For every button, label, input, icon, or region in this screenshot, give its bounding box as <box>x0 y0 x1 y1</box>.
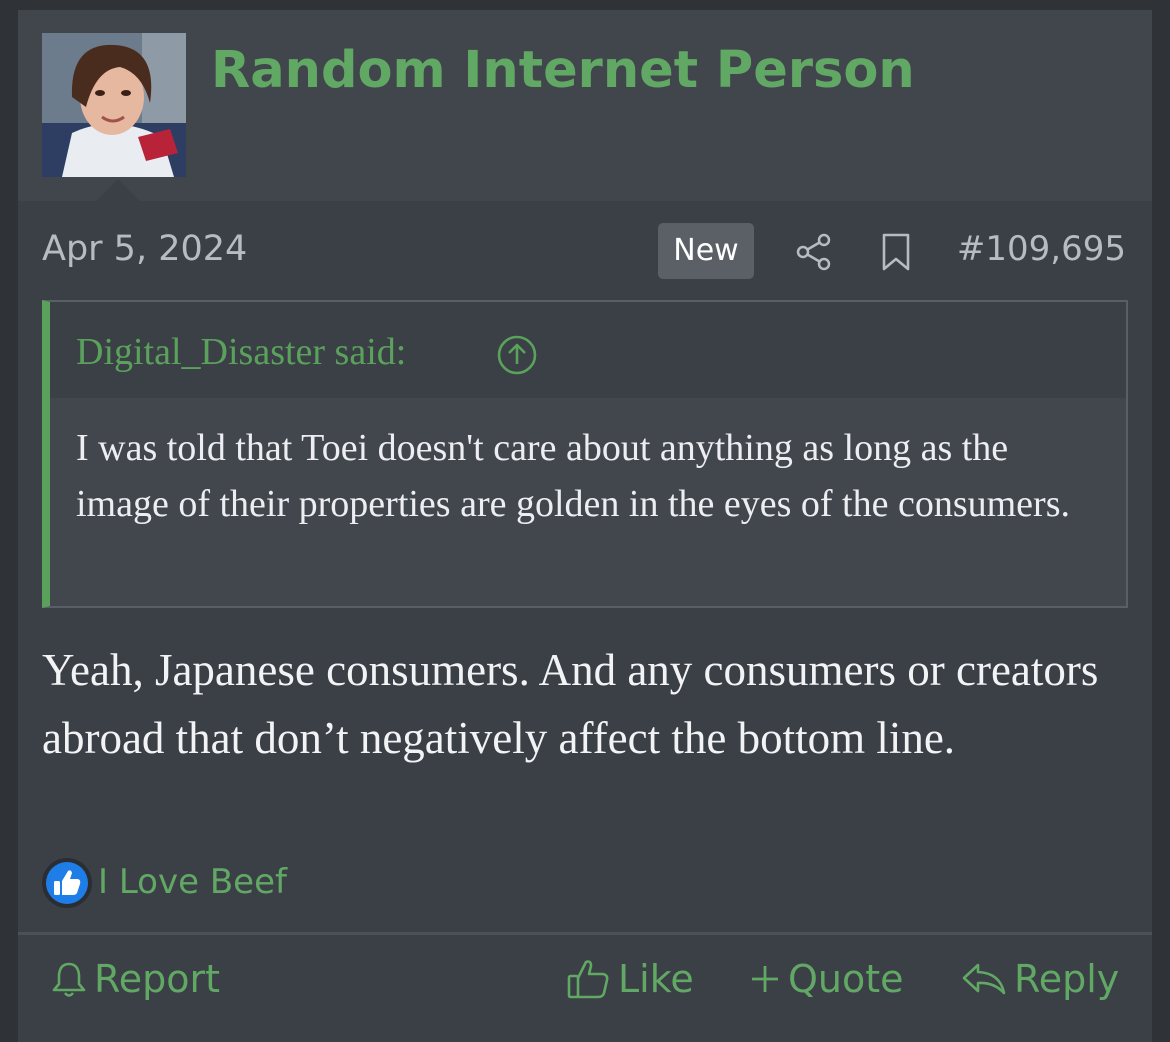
quote-button[interactable]: Quote <box>748 953 904 1005</box>
bell-icon <box>52 962 86 997</box>
like-label: Like <box>618 957 694 1001</box>
quote-label: Quote <box>788 957 904 1001</box>
post-header: Random Internet Person <box>18 10 1152 201</box>
quote-block: Digital_Disaster said: I was told that T… <box>42 300 1128 608</box>
thumbs-up-outline-icon <box>567 960 609 999</box>
reply-arrow-icon <box>962 963 1006 995</box>
avatar[interactable] <box>42 33 186 177</box>
post-number-link[interactable]: #109,695 <box>957 229 1126 269</box>
like-button[interactable]: Like <box>566 953 694 1005</box>
header-arrow <box>96 179 140 201</box>
quote-header: Digital_Disaster said: <box>50 302 1126 398</box>
quote-author[interactable]: Digital_Disaster said: <box>76 330 406 374</box>
reaction-users[interactable]: I Love Beef <box>98 862 287 902</box>
post-date[interactable]: Apr 5, 2024 <box>42 229 247 269</box>
share-icon[interactable] <box>794 232 834 277</box>
new-badge: New <box>658 223 754 279</box>
forum-post: Random Internet Person Apr 5, 2024 New #… <box>18 10 1152 1042</box>
thumbs-up-icon <box>40 856 94 915</box>
post-message: Yeah, Japanese consumers. And any consum… <box>42 645 1099 763</box>
report-button[interactable]: Report <box>50 953 220 1005</box>
footer-divider <box>18 932 1152 935</box>
plus-icon <box>752 966 778 992</box>
avatar-image <box>42 33 186 177</box>
quote-text: I was told that Toei doesn't care about … <box>76 427 1070 525</box>
report-label: Report <box>94 957 220 1001</box>
arrow-up-circle-icon[interactable] <box>496 334 538 381</box>
reply-label: Reply <box>1014 957 1120 1001</box>
username[interactable]: Random Internet Person <box>211 41 915 100</box>
bookmark-icon[interactable] <box>880 232 912 277</box>
reply-button[interactable]: Reply <box>960 953 1119 1005</box>
